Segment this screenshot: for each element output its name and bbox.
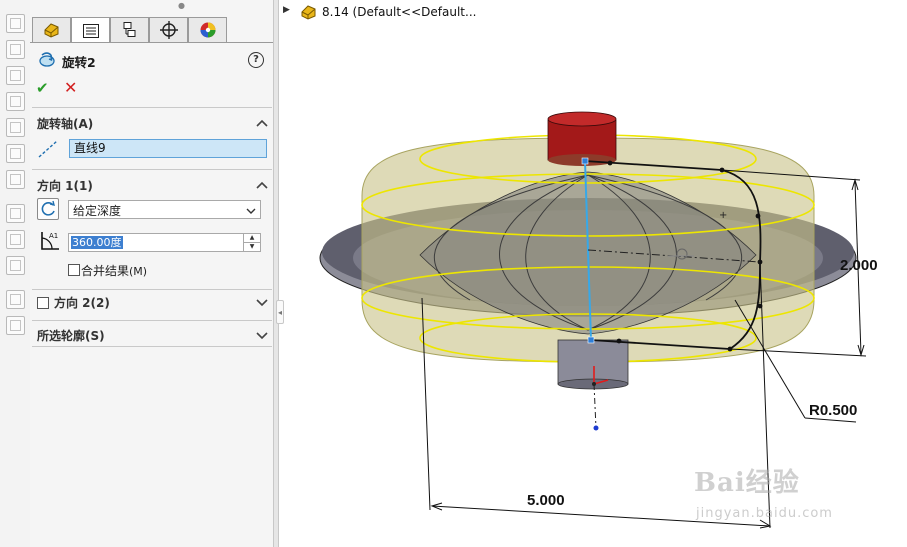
- axis-selection-field[interactable]: 直线9: [69, 139, 267, 158]
- merge-result-key: (M): [129, 265, 148, 278]
- feature-title-row: 旋转2 ?: [36, 50, 266, 70]
- section-divider: [32, 107, 272, 108]
- section-divider: [32, 320, 272, 321]
- tool-icon[interactable]: [6, 230, 25, 249]
- property-manager-icon: [82, 23, 99, 38]
- tab-dimxpert-manager[interactable]: [149, 17, 188, 42]
- property-manager-panel: ● 旋转2 ? ✔ ✕ 旋转轴(A) 直线9 方向 1(1) 给定深度 A1 3…: [30, 0, 273, 547]
- merge-result-checkbox[interactable]: [68, 264, 80, 276]
- tab-feature-manager[interactable]: [32, 17, 71, 42]
- view-icon[interactable]: [6, 144, 25, 163]
- bottom-stub: [557, 339, 629, 385]
- view-icon[interactable]: [6, 170, 25, 189]
- tab-configuration-manager[interactable]: [110, 17, 149, 42]
- section-title-direction2[interactable]: 方向 2(2): [54, 294, 110, 311]
- view-icon[interactable]: [6, 118, 25, 137]
- graphics-area[interactable]: +: [282, 0, 907, 547]
- section-divider: [32, 289, 272, 290]
- spin-up-icon[interactable]: ▲: [244, 234, 260, 243]
- view-icon[interactable]: [6, 40, 25, 59]
- svg-text:A1: A1: [49, 232, 58, 240]
- display-manager-icon: [200, 22, 215, 38]
- ok-button[interactable]: ✔: [36, 79, 49, 97]
- section-divider: [32, 346, 272, 347]
- tool-icon[interactable]: [6, 204, 25, 223]
- tool-icon[interactable]: [6, 316, 25, 335]
- direction2-checkbox[interactable]: [37, 297, 49, 309]
- watermark-url: jingyan.baidu.com: [696, 506, 833, 521]
- tool-icon-strip: [0, 0, 31, 547]
- dimxpert-manager-icon: [159, 21, 178, 39]
- chevron-up-icon[interactable]: [256, 118, 268, 128]
- spin-down-icon[interactable]: ▼: [244, 243, 260, 251]
- section-title-axis[interactable]: 旋转轴(A): [37, 115, 93, 132]
- chevron-down-icon[interactable]: [256, 330, 268, 340]
- angle-icon: A1: [41, 232, 59, 250]
- feature-manager-icon: [44, 23, 58, 38]
- chevron-down-icon: [246, 204, 256, 218]
- configuration-manager-icon: [123, 22, 135, 37]
- end-condition-select[interactable]: 给定深度: [68, 200, 261, 219]
- tool-icon[interactable]: [6, 290, 25, 309]
- dimension-height-label[interactable]: 2.000: [840, 257, 878, 274]
- tab-property-manager[interactable]: [71, 17, 110, 43]
- cancel-button[interactable]: ✕: [64, 78, 77, 97]
- panel-splitter[interactable]: [273, 0, 279, 547]
- axis-row: 直线9: [37, 137, 267, 161]
- view-icon[interactable]: [6, 14, 25, 33]
- view-icon[interactable]: [6, 66, 25, 85]
- section-title-direction1[interactable]: 方向 1(1): [37, 177, 93, 194]
- angle-input[interactable]: 360.00度 ▲ ▼: [68, 233, 261, 252]
- expand-arrow-icon[interactable]: ▶: [283, 5, 290, 15]
- angle-value: 360.00度: [71, 236, 123, 249]
- section-divider: [32, 169, 272, 170]
- dimension-width-label[interactable]: 5.000: [527, 492, 565, 509]
- revolve-icon: [39, 52, 55, 67]
- feature-title: 旋转2: [62, 55, 96, 70]
- help-icon[interactable]: ?: [248, 52, 264, 68]
- merge-result-label: 合并结果(M): [81, 262, 147, 279]
- tabs-divider: [30, 42, 273, 43]
- panel-drag-dot[interactable]: ●: [178, 1, 185, 10]
- part-name: 8.14 (Default<<Default...: [322, 5, 477, 19]
- chevron-up-icon[interactable]: [256, 180, 268, 190]
- part-icon: [301, 5, 316, 20]
- section-title-selected-contours[interactable]: 所选轮廓(S): [37, 327, 105, 344]
- view-icon[interactable]: [6, 92, 25, 111]
- axis-line-icon: [38, 140, 58, 158]
- angle-spinner[interactable]: ▲ ▼: [243, 234, 260, 251]
- dimension-radius-label[interactable]: R0.500: [809, 402, 857, 419]
- reverse-direction-icon: [41, 200, 55, 216]
- tool-icon[interactable]: [6, 256, 25, 275]
- manager-tabs: [32, 17, 227, 43]
- chevron-down-icon[interactable]: [256, 297, 268, 307]
- watermark-logo: Bai经验: [694, 468, 800, 498]
- svg-text:+: +: [719, 210, 727, 221]
- end-condition-value: 给定深度: [73, 204, 122, 218]
- merge-result-text: 合并结果: [81, 264, 130, 278]
- reverse-direction-button[interactable]: [37, 198, 59, 220]
- tab-display-manager[interactable]: [188, 17, 227, 42]
